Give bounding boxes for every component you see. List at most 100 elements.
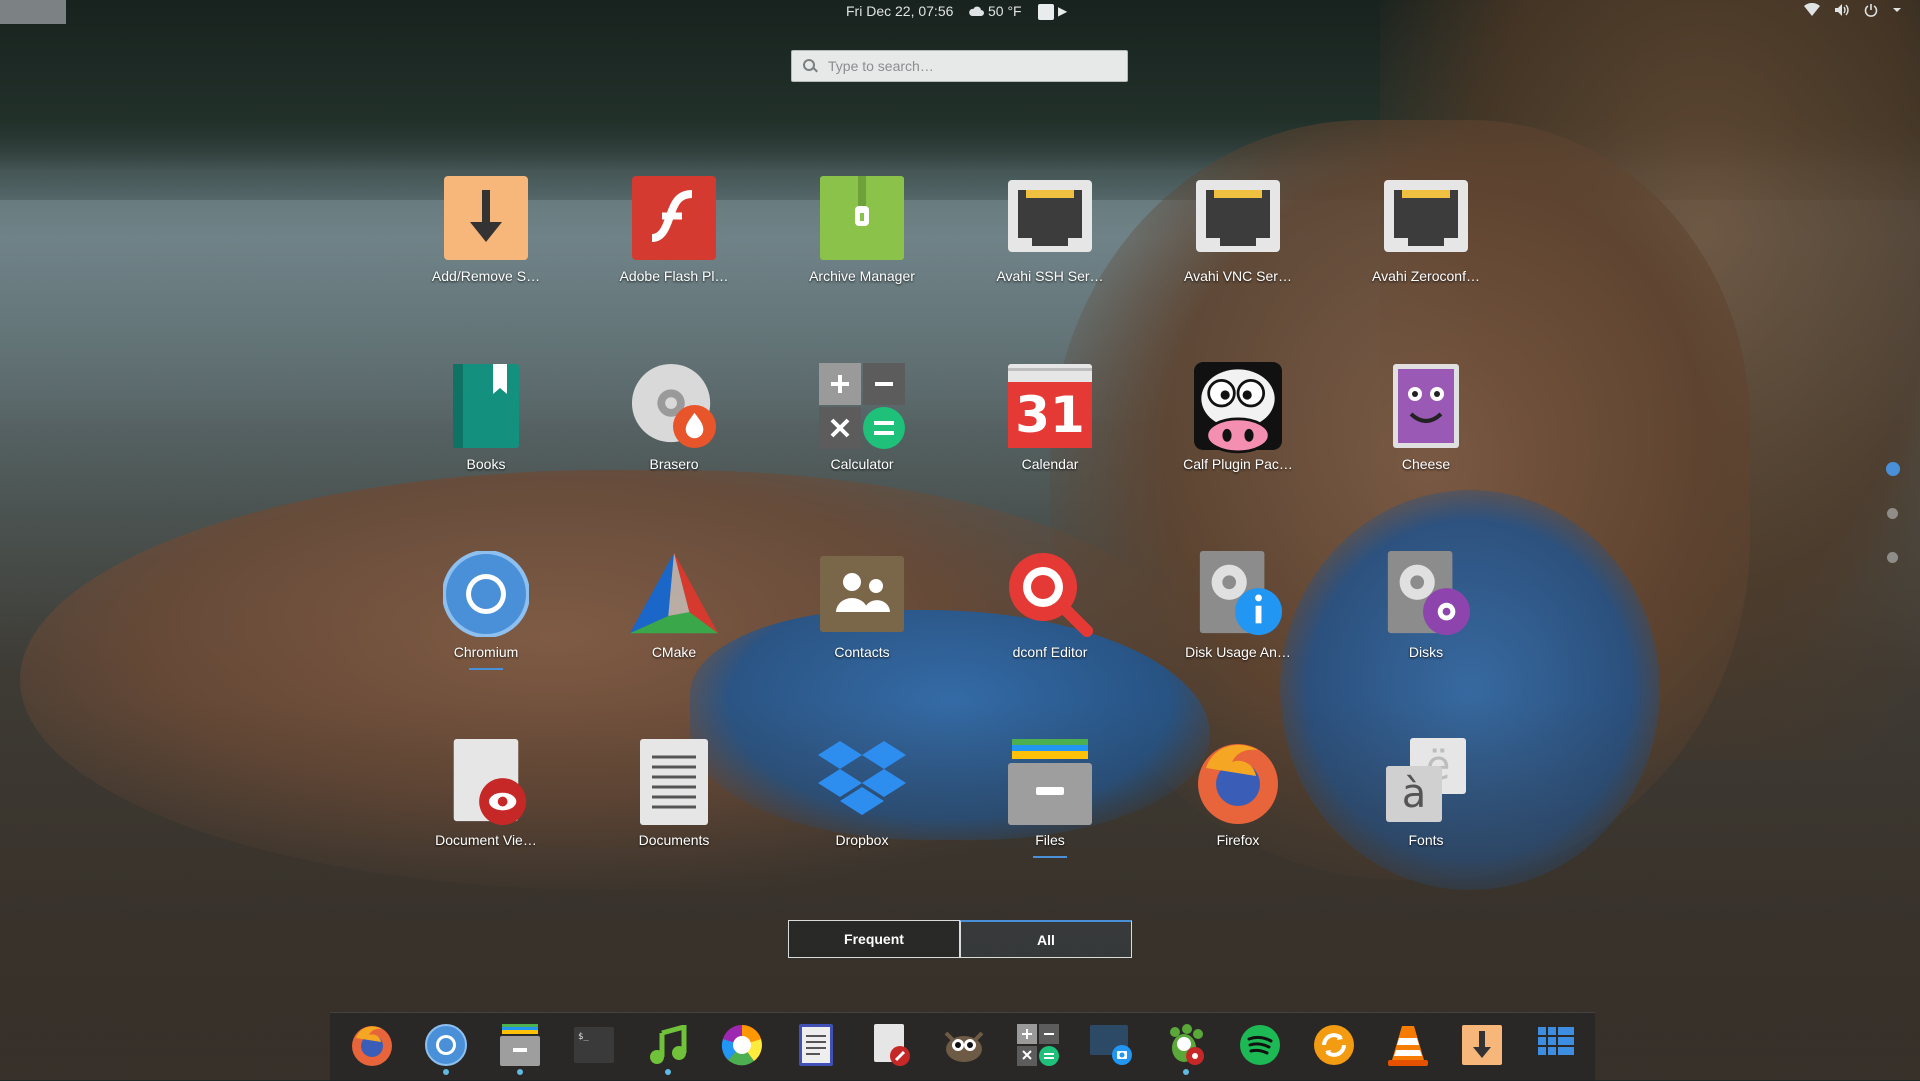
weather-indicator[interactable]: 50 °F: [968, 3, 1022, 19]
disk-usage-icon: [1194, 550, 1282, 638]
clock[interactable]: Fri Dec 22, 07:56: [846, 3, 953, 19]
app-label: Calendar: [1021, 456, 1079, 472]
dock-firefox[interactable]: [348, 1021, 396, 1069]
disc-burner-icon: [630, 362, 718, 450]
documents-icon: [630, 738, 718, 826]
app-avahi-vnc[interactable]: Avahi VNC Ser…: [1158, 174, 1318, 284]
app-add-remove-software[interactable]: Add/Remove S…: [406, 174, 566, 284]
search-field[interactable]: [791, 50, 1128, 82]
app-cheese[interactable]: Cheese: [1346, 362, 1506, 472]
app-contacts[interactable]: Contacts: [782, 550, 942, 660]
gimp-icon: [944, 1031, 984, 1062]
weather-temperature: 50 °F: [988, 3, 1022, 19]
app-dconf-editor[interactable]: dconf Editor: [970, 550, 1130, 660]
dock-vlc[interactable]: [1384, 1021, 1432, 1069]
app-books[interactable]: Books: [406, 362, 566, 472]
extension-icon[interactable]: [1038, 4, 1054, 20]
app-label: dconf Editor: [1012, 644, 1088, 660]
page-dot-1[interactable]: [1886, 462, 1900, 476]
running-dot: [443, 1069, 449, 1075]
screenshot-icon: [1090, 1025, 1132, 1065]
dock-spotify[interactable]: [1236, 1021, 1284, 1069]
gear-paw-icon: [1170, 1024, 1204, 1065]
dock-document-editor[interactable]: [866, 1021, 914, 1069]
page-dot-2[interactable]: [1887, 508, 1898, 519]
dropbox-icon: [818, 738, 906, 826]
play-arrow-icon[interactable]: ▶: [1058, 4, 1067, 18]
dock-settings[interactable]: [1162, 1021, 1210, 1075]
top-panel: Fri Dec 22, 07:56 50 °F ▶: [0, 0, 1920, 24]
svg-text:$_: $_: [578, 1032, 589, 1042]
dock-chromium[interactable]: [422, 1021, 470, 1075]
app-cmake[interactable]: CMake: [594, 550, 754, 660]
app-label: Disk Usage An…: [1185, 644, 1291, 660]
app-label: Chromium: [453, 644, 519, 660]
dock-screenshot[interactable]: [1088, 1021, 1136, 1069]
fonts-icon: ë à: [1382, 738, 1470, 826]
power-icon: [1864, 4, 1878, 17]
page-dot-3[interactable]: [1887, 552, 1898, 563]
app-dropbox[interactable]: Dropbox: [782, 738, 942, 848]
text-editor-icon: [799, 1024, 833, 1066]
app-archive-manager[interactable]: Archive Manager: [782, 174, 942, 284]
all-tab[interactable]: All: [960, 920, 1132, 958]
app-disks[interactable]: Disks: [1346, 550, 1506, 660]
dock: $_: [330, 1012, 1595, 1081]
app-label: Disks: [1408, 644, 1444, 660]
app-firefox[interactable]: Firefox: [1158, 738, 1318, 848]
document-edit-icon: [874, 1024, 910, 1066]
app-avahi-zeroconf[interactable]: Avahi Zeroconf…: [1346, 174, 1506, 284]
app-chromium[interactable]: Chromium: [406, 550, 566, 670]
frequent-tab[interactable]: Frequent: [788, 920, 960, 958]
search-input[interactable]: [826, 57, 1110, 75]
firefox-icon: [1194, 738, 1282, 826]
package-install-icon: [442, 174, 530, 262]
network-port-icon: [1194, 174, 1282, 262]
terminal-icon: $_: [574, 1027, 614, 1063]
running-dot: [1183, 1069, 1189, 1075]
app-calf-plugin-pack[interactable]: Calf Plugin Pac…: [1158, 362, 1318, 472]
app-documents[interactable]: Documents: [594, 738, 754, 848]
dock-files[interactable]: [496, 1021, 544, 1075]
files-icon: [500, 1024, 540, 1066]
files-icon: [1006, 738, 1094, 826]
search-icon: [802, 58, 818, 74]
download-icon: [1462, 1025, 1502, 1065]
dock-text-editor[interactable]: [792, 1021, 840, 1069]
sync-icon: [1314, 1025, 1354, 1065]
app-document-viewer[interactable]: Document Vie…: [406, 738, 566, 848]
app-adobe-flash[interactable]: Adobe Flash Pl…: [594, 174, 754, 284]
app-label: Add/Remove S…: [431, 268, 541, 284]
app-label: Calf Plugin Pac…: [1183, 456, 1293, 472]
app-disk-usage-analyzer[interactable]: Disk Usage An…: [1158, 550, 1318, 660]
font-sample-front: à: [1386, 766, 1442, 822]
app-calculator[interactable]: Calculator: [782, 362, 942, 472]
dock-install[interactable]: [1458, 1021, 1506, 1069]
app-files[interactable]: Files: [970, 738, 1130, 858]
app-label: Fonts: [1408, 832, 1444, 848]
system-tray[interactable]: [1804, 3, 1902, 17]
app-label: Avahi SSH Ser…: [996, 268, 1104, 284]
chromium-icon: [425, 1024, 467, 1066]
dock-color-picker[interactable]: [718, 1021, 766, 1069]
app-avahi-ssh[interactable]: Avahi SSH Ser…: [970, 174, 1130, 284]
dock-terminal[interactable]: $_: [570, 1021, 618, 1069]
dock-sync[interactable]: [1310, 1021, 1358, 1069]
calculator-icon: [1017, 1024, 1059, 1066]
app-calendar[interactable]: 31 Calendar: [970, 362, 1130, 472]
app-brasero[interactable]: Brasero: [594, 362, 754, 472]
running-dot: [517, 1069, 523, 1075]
app-label: Files: [1035, 832, 1065, 848]
calf-cow-icon: [1194, 362, 1282, 454]
dock-music[interactable]: [644, 1021, 692, 1075]
dock-show-applications[interactable]: [1532, 1021, 1580, 1069]
activities-button[interactable]: [0, 0, 66, 24]
dock-gimp[interactable]: [940, 1021, 988, 1069]
volume-icon: [1835, 4, 1849, 16]
app-fonts[interactable]: ë à Fonts: [1346, 738, 1506, 848]
dock-calculator[interactable]: [1014, 1021, 1062, 1069]
app-label: Document Vie…: [435, 832, 537, 848]
cloud-icon: [969, 6, 984, 16]
desktop-wallpaper: [0, 0, 1920, 1080]
wifi-icon: [1804, 3, 1820, 16]
